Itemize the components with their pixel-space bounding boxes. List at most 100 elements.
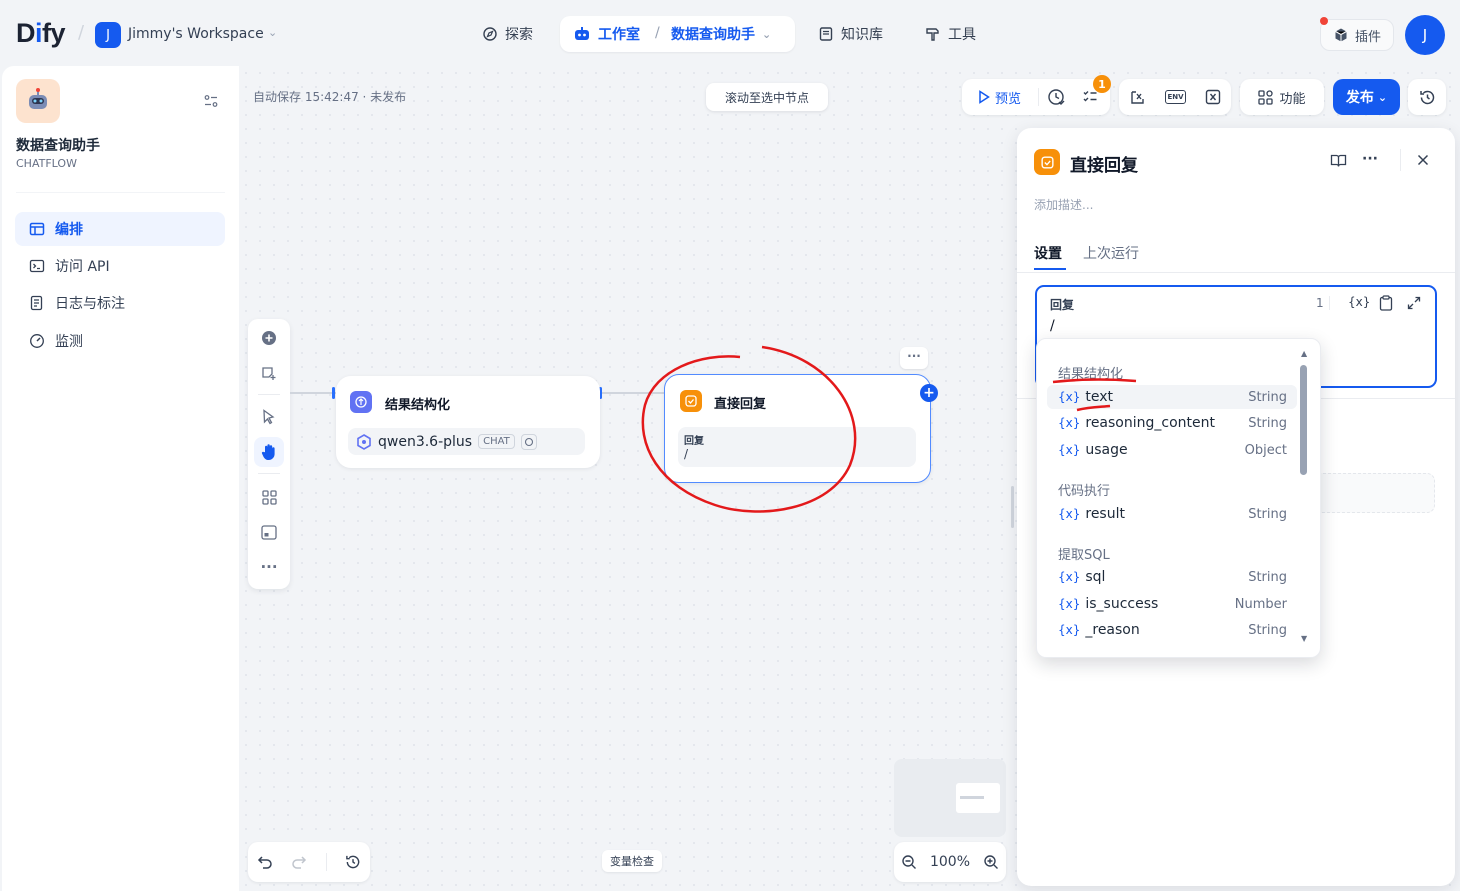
variable-name: is_success: [1085, 596, 1159, 612]
robot-avatar-icon: [29, 88, 47, 109]
sidebar-item-monitor[interactable]: 监测: [15, 324, 225, 358]
sidebar-item-label: 监测: [55, 334, 83, 350]
add-next-node-icon[interactable]: +: [920, 384, 938, 402]
undo-icon[interactable]: [257, 855, 273, 869]
group-label: 提取SQL: [1058, 548, 1110, 563]
zoom-out-icon[interactable]: [901, 854, 917, 870]
variable-icon: {x}: [1058, 507, 1081, 521]
node-handle[interactable]: [332, 387, 335, 399]
tab-last-run[interactable]: 上次运行: [1083, 243, 1139, 263]
book-open-icon[interactable]: [1330, 153, 1347, 169]
variable-name: _reason: [1085, 622, 1140, 638]
variable-icon: {x}: [1058, 597, 1081, 611]
scroll-down-arrow[interactable]: ▼: [1301, 634, 1307, 643]
divider: [1329, 296, 1330, 310]
divider: [16, 192, 225, 193]
description-input[interactable]: 添加描述...: [1034, 196, 1093, 213]
workspace-name[interactable]: Jimmy's Workspace: [128, 26, 264, 42]
conversation-var-icon[interactable]: [1129, 89, 1146, 106]
variable-name: result: [1085, 506, 1125, 522]
variable-icon: {x}: [1058, 443, 1081, 457]
organize-icon[interactable]: [254, 482, 284, 512]
panel-title[interactable]: 直接回复: [1070, 151, 1138, 176]
sidebar-item-api[interactable]: 访问 API: [15, 249, 225, 283]
add-note-icon[interactable]: [254, 358, 284, 388]
sidebar-item-label: 访问 API: [55, 259, 110, 275]
nav-studio-label: 工作室: [598, 27, 640, 43]
variable-option[interactable]: {x} is_success Number: [1047, 592, 1297, 616]
variable-icon: {x}: [1058, 416, 1081, 430]
model-settings-icon[interactable]: [520, 433, 537, 450]
sidebar-item-label: 日志与标注: [55, 296, 125, 312]
nav-current-app[interactable]: 数据查询助手 ⌄: [671, 17, 771, 51]
add-node-icon[interactable]: [254, 323, 284, 353]
close-icon[interactable]: [1417, 154, 1429, 166]
preview-label: 预览: [995, 91, 1022, 107]
model-selector[interactable]: qwen3.6-plus CHAT: [348, 428, 585, 455]
run-history-icon[interactable]: [1039, 88, 1073, 106]
app-type: CHATFLOW: [16, 157, 77, 170]
divider: [258, 473, 280, 474]
edge: [290, 392, 336, 394]
features-button[interactable]: 功能: [1240, 79, 1324, 115]
variable-option[interactable]: {x} result String: [1047, 502, 1297, 526]
sidebar-item-label: 编排: [55, 222, 83, 238]
insert-variable-icon[interactable]: {x}: [1348, 295, 1370, 309]
publish-button[interactable]: 发布 ⌄: [1333, 79, 1400, 115]
pointer-icon[interactable]: [254, 402, 284, 432]
breadcrumb-separator: /: [655, 25, 660, 41]
zoom-level[interactable]: 100%: [930, 854, 970, 870]
expand-icon[interactable]: [1407, 296, 1421, 310]
divider: [1017, 272, 1455, 273]
scroll-up-arrow[interactable]: ▲: [1301, 349, 1307, 358]
panel-resize-handle[interactable]: [1011, 486, 1014, 528]
variable-option[interactable]: {x} usage Object: [1047, 438, 1297, 462]
qwen-icon: [357, 433, 371, 450]
hand-icon[interactable]: [254, 437, 284, 467]
compass-icon: [483, 27, 497, 41]
minimap-toggle-icon[interactable]: [254, 517, 284, 547]
node-more-icon[interactable]: ···: [900, 347, 928, 369]
version-history-button[interactable]: [1408, 79, 1446, 115]
variable-option[interactable]: {x} sql String: [1047, 565, 1297, 589]
tab-settings[interactable]: 设置: [1034, 243, 1062, 263]
variable-type: String: [1248, 622, 1287, 638]
clipboard-icon[interactable]: [1379, 295, 1393, 311]
workspace-avatar: J: [95, 22, 121, 48]
variable-option[interactable]: {x} _reason String: [1047, 618, 1297, 642]
global-var-icon[interactable]: [1205, 89, 1221, 105]
redo-icon[interactable]: [291, 855, 307, 869]
sidebar-item-orchestrate[interactable]: 编排: [15, 212, 225, 246]
nav-knowledge[interactable]: 知识库: [818, 17, 883, 51]
divider: [325, 853, 327, 871]
plugins-button[interactable]: 插件: [1320, 19, 1394, 51]
zoom-in-icon[interactable]: [983, 854, 999, 870]
history-icon[interactable]: [345, 854, 361, 870]
chevron-down-icon[interactable]: ⌄: [268, 26, 277, 39]
chevron-down-icon: ⌄: [762, 27, 772, 41]
app-name: 数据查询助手: [16, 138, 100, 154]
nav-tools[interactable]: 工具: [925, 17, 976, 51]
scroll-to-selected-button[interactable]: 滚动至选中节点: [706, 83, 828, 111]
variable-inspect-button[interactable]: 变量检查: [602, 850, 662, 872]
scrollbar-thumb[interactable]: [1300, 365, 1307, 475]
llm-node[interactable]: 结果结构化 qwen3.6-plus CHAT: [336, 376, 600, 468]
env-icon[interactable]: ENV: [1165, 90, 1186, 104]
run-toolbar: 预览: [962, 79, 1110, 115]
preview-button[interactable]: 预览: [962, 88, 1038, 107]
plugins-label: 插件: [1354, 29, 1381, 45]
features-label: 功能: [1279, 91, 1306, 107]
nav-studio[interactable]: 工作室: [573, 17, 640, 51]
variable-type: Number: [1234, 596, 1287, 612]
user-avatar[interactable]: J: [1405, 15, 1445, 55]
variable-type: Object: [1244, 442, 1287, 458]
minimap[interactable]: [894, 759, 1006, 837]
sidebar-item-logs[interactable]: 日志与标注: [15, 286, 225, 320]
more-icon[interactable]: ···: [254, 552, 284, 582]
nav-app-label: 数据查询助手: [671, 27, 755, 43]
sidebar-settings-icon[interactable]: [203, 93, 219, 109]
dify-logo[interactable]: Dify: [16, 18, 66, 49]
nav-explore[interactable]: 探索: [482, 17, 533, 51]
more-icon[interactable]: ···: [1362, 151, 1378, 167]
autosave-status: 自动保存 15:42:47 · 未发布: [253, 90, 407, 104]
